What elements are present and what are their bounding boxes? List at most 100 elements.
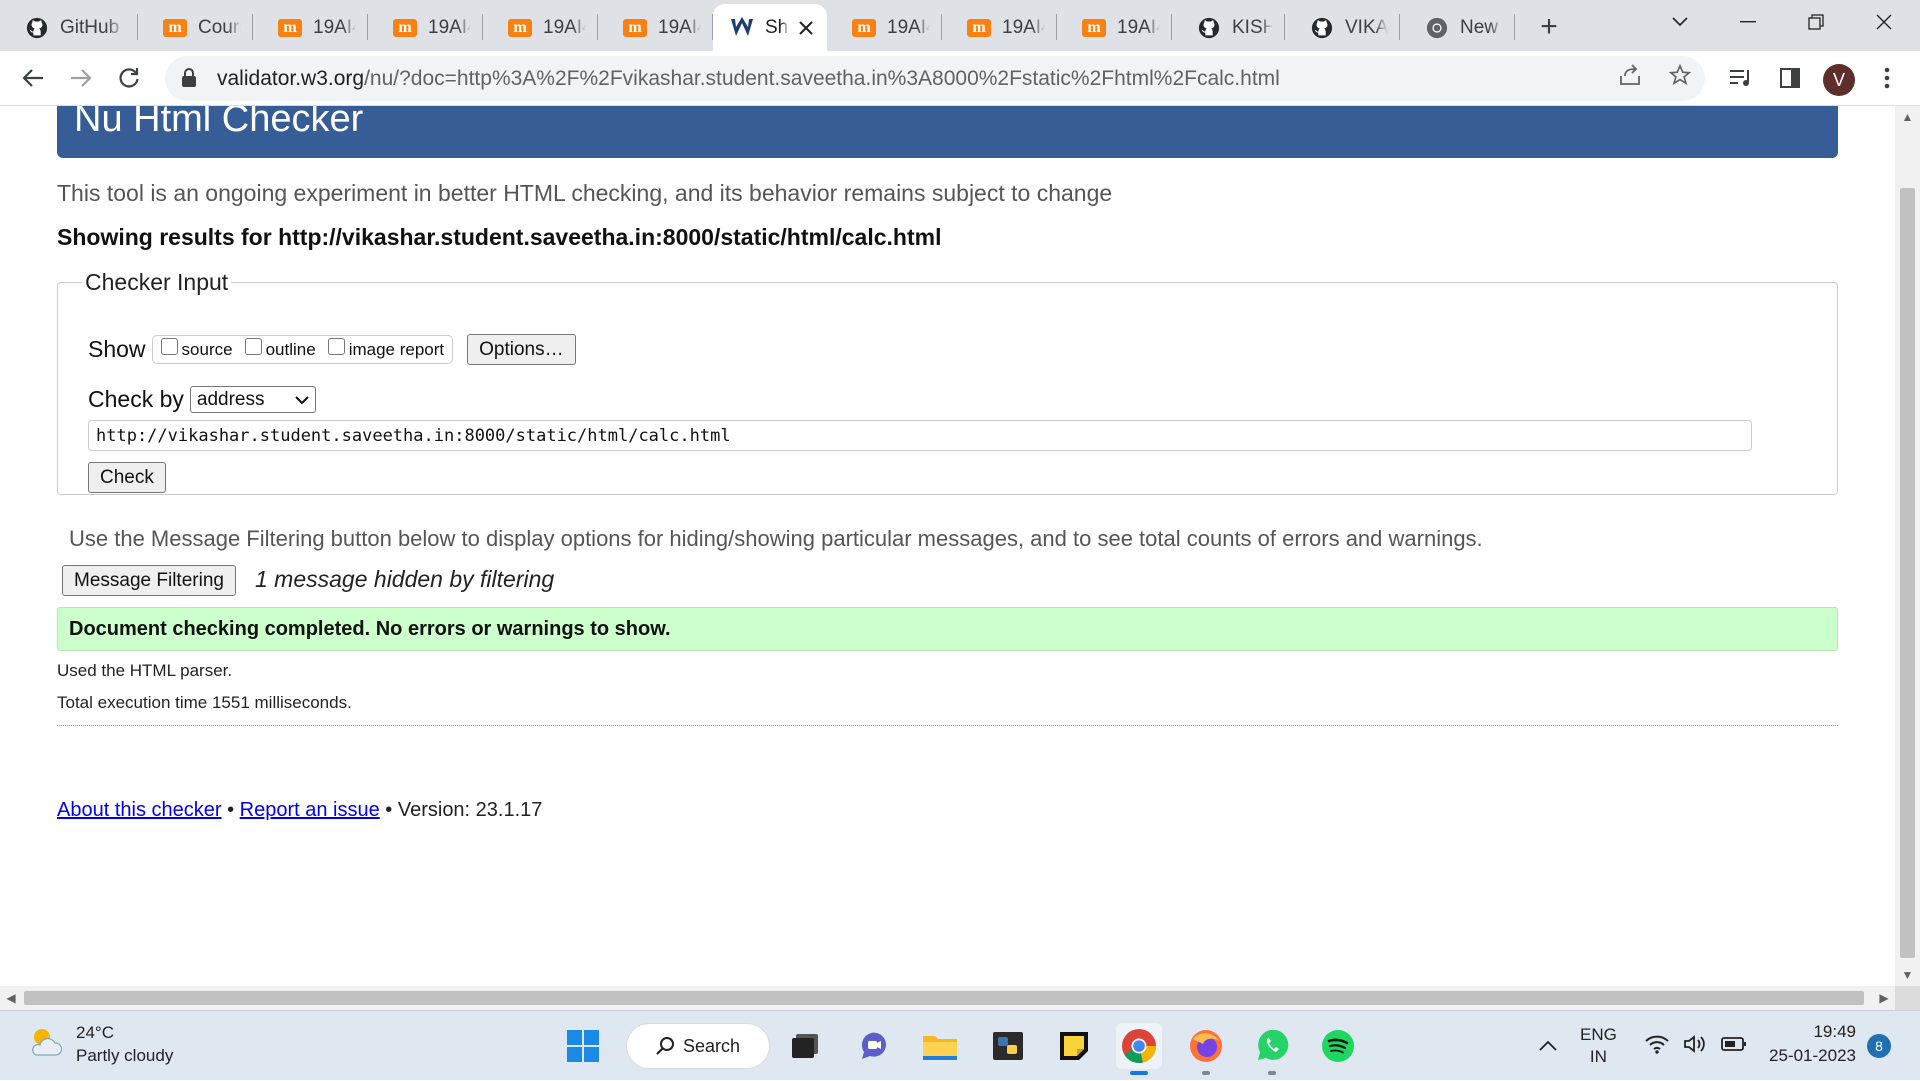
tab-label: 19AI41 — [313, 16, 356, 38]
tab-label: 19AI41 — [543, 16, 586, 38]
restore-button[interactable] — [1786, 0, 1846, 44]
chrome-taskbar-icon[interactable] — [1116, 1023, 1162, 1075]
scroll-left-arrow-icon[interactable]: ◀ — [0, 986, 22, 1010]
scrollbar-corner — [1895, 986, 1920, 1010]
moodle-icon: m — [966, 15, 992, 41]
moodle-icon: m — [392, 15, 418, 41]
about-checker-link[interactable]: About this checker — [57, 799, 222, 821]
spotify-icon[interactable] — [1315, 1023, 1361, 1069]
browser-tab[interactable]: New Ta — [1400, 4, 1515, 51]
battery-icon — [1721, 1036, 1747, 1057]
file-explorer-icon[interactable] — [917, 1023, 963, 1069]
show-image-report-option[interactable]: image report — [327, 338, 444, 360]
browser-tab[interactable]: GitHub — [0, 4, 138, 51]
vertical-scroll-thumb[interactable] — [1900, 188, 1915, 958]
moodle-icon: m — [622, 15, 648, 41]
reload-button[interactable] — [108, 57, 150, 99]
show-options-group: source outline image report — [151, 335, 454, 364]
close-window-button[interactable] — [1854, 0, 1914, 44]
intro-text: This tool is an ongoing experiment in be… — [57, 180, 1113, 206]
menu-kebab-icon[interactable] — [1866, 57, 1908, 99]
address-bar[interactable]: validator.w3.org/nu/?doc=http%3A%2F%2Fvi… — [165, 56, 1705, 101]
parser-info: Used the HTML parser. — [57, 661, 233, 680]
browser-tab[interactable]: KISHO — [1172, 4, 1285, 51]
system-clock[interactable]: 19:49 25-01-2023 — [1752, 1020, 1856, 1068]
weather-widget[interactable]: 24°C Partly cloudy — [26, 1021, 173, 1067]
tab-label: Course — [198, 16, 241, 38]
github-icon — [1309, 15, 1335, 41]
tab-label: KISHO — [1232, 16, 1273, 38]
back-button[interactable] — [12, 57, 54, 99]
start-button[interactable] — [560, 1023, 606, 1069]
show-outline-option[interactable]: outline — [244, 338, 316, 360]
browser-tab[interactable]: m 19AI41 — [253, 4, 368, 51]
whatsapp-icon[interactable] — [1249, 1023, 1295, 1075]
show-source-option[interactable]: source — [160, 338, 233, 360]
profile-avatar[interactable]: V — [1823, 64, 1855, 96]
browser-tab[interactable]: m 19AI41 — [1057, 4, 1172, 51]
weather-condition: Partly cloudy — [76, 1046, 174, 1065]
volume-icon — [1683, 1034, 1707, 1059]
sticky-notes-icon[interactable] — [1051, 1023, 1097, 1069]
horizontal-scrollbar[interactable]: ◀ ▶ — [0, 986, 1895, 1010]
bookmark-star-icon[interactable] — [1668, 63, 1692, 93]
browser-tab[interactable]: m Course — [138, 4, 253, 51]
task-view-icon[interactable] — [782, 1023, 828, 1069]
taskbar-search[interactable]: Search — [626, 1023, 770, 1069]
python-ide-icon[interactable] — [985, 1023, 1031, 1069]
browser-tab[interactable]: m 19AI41 — [368, 4, 483, 51]
showing-results-heading: Showing results for http://vikashar.stud… — [57, 224, 942, 250]
tab-label: Sho — [765, 16, 789, 38]
browser-tab[interactable]: m 19AI41 — [483, 4, 598, 51]
close-tab-icon[interactable] — [795, 17, 817, 39]
browser-toolbar: validator.w3.org/nu/?doc=http%3A%2F%2Fvi… — [0, 51, 1920, 106]
notification-badge[interactable]: 8 — [1867, 1034, 1891, 1058]
lock-icon[interactable] — [181, 67, 203, 90]
active-indicator — [1130, 1071, 1148, 1075]
share-icon[interactable] — [1619, 64, 1641, 93]
tab-search-icon[interactable] — [1650, 0, 1710, 44]
options-button[interactable]: Options… — [467, 334, 576, 365]
tab-label: 19AI41 — [1002, 16, 1045, 38]
image-report-checkbox[interactable] — [327, 338, 345, 355]
page-title: Nu Html Checker — [74, 106, 364, 140]
document-url-input[interactable]: http://vikashar.student.saveetha.in:8000… — [88, 420, 1752, 451]
page-banner: Nu Html Checker — [57, 106, 1838, 158]
horizontal-scroll-thumb[interactable] — [24, 991, 1864, 1005]
browser-tab[interactable]: m 19AI41 — [827, 4, 942, 51]
browser-tab[interactable]: VIKASH — [1285, 4, 1400, 51]
check-by-select[interactable]: address — [189, 386, 316, 413]
tab-active[interactable]: Sho — [713, 4, 827, 51]
tab-label: 19AI41 — [428, 16, 471, 38]
new-tab-button[interactable]: + — [1530, 8, 1568, 46]
message-filtering-info: Use the Message Filtering button below t… — [69, 526, 1483, 551]
success-message: Document checking completed. No errors o… — [57, 607, 1838, 651]
system-tray-quick-settings[interactable] — [1645, 1011, 1747, 1081]
scroll-up-arrow-icon[interactable]: ▲ — [1895, 106, 1920, 128]
moodle-icon: m — [851, 15, 877, 41]
side-panel-icon[interactable] — [1769, 57, 1811, 99]
hidden-messages-note: 1 message hidden by filtering — [255, 566, 555, 592]
scroll-right-arrow-icon[interactable]: ▶ — [1873, 986, 1895, 1010]
teams-chat-icon[interactable] — [851, 1023, 897, 1069]
forward-button[interactable] — [60, 57, 102, 99]
reading-list-icon[interactable] — [1720, 57, 1762, 99]
input-language-indicator[interactable]: ENG IN — [1580, 1011, 1617, 1081]
show-hidden-icons-button[interactable] — [1538, 1011, 1558, 1081]
outline-checkbox[interactable] — [244, 338, 262, 355]
report-issue-link[interactable]: Report an issue — [240, 799, 380, 821]
source-checkbox[interactable] — [160, 338, 178, 355]
scroll-down-arrow-icon[interactable]: ▼ — [1895, 964, 1920, 986]
checker-input-legend: Checker Input — [85, 269, 229, 295]
firefox-icon[interactable] — [1183, 1023, 1229, 1075]
minimize-button[interactable] — [1718, 0, 1778, 44]
url-text[interactable]: validator.w3.org/nu/?doc=http%3A%2F%2Fvi… — [217, 67, 1280, 91]
windows-taskbar: 24°C Partly cloudy Search ENG IN 19:49 2… — [0, 1010, 1920, 1080]
check-button[interactable]: Check — [88, 462, 166, 493]
browser-tab[interactable]: m 19AI41 — [598, 4, 713, 51]
check-by-label: Check by — [88, 386, 184, 412]
message-filtering-button[interactable]: Message Filtering — [62, 565, 236, 596]
browser-tab[interactable]: m 19AI41 — [942, 4, 1057, 51]
tab-label: GitHub — [60, 16, 120, 38]
vertical-scrollbar[interactable]: ▲ ▼ — [1895, 106, 1920, 986]
